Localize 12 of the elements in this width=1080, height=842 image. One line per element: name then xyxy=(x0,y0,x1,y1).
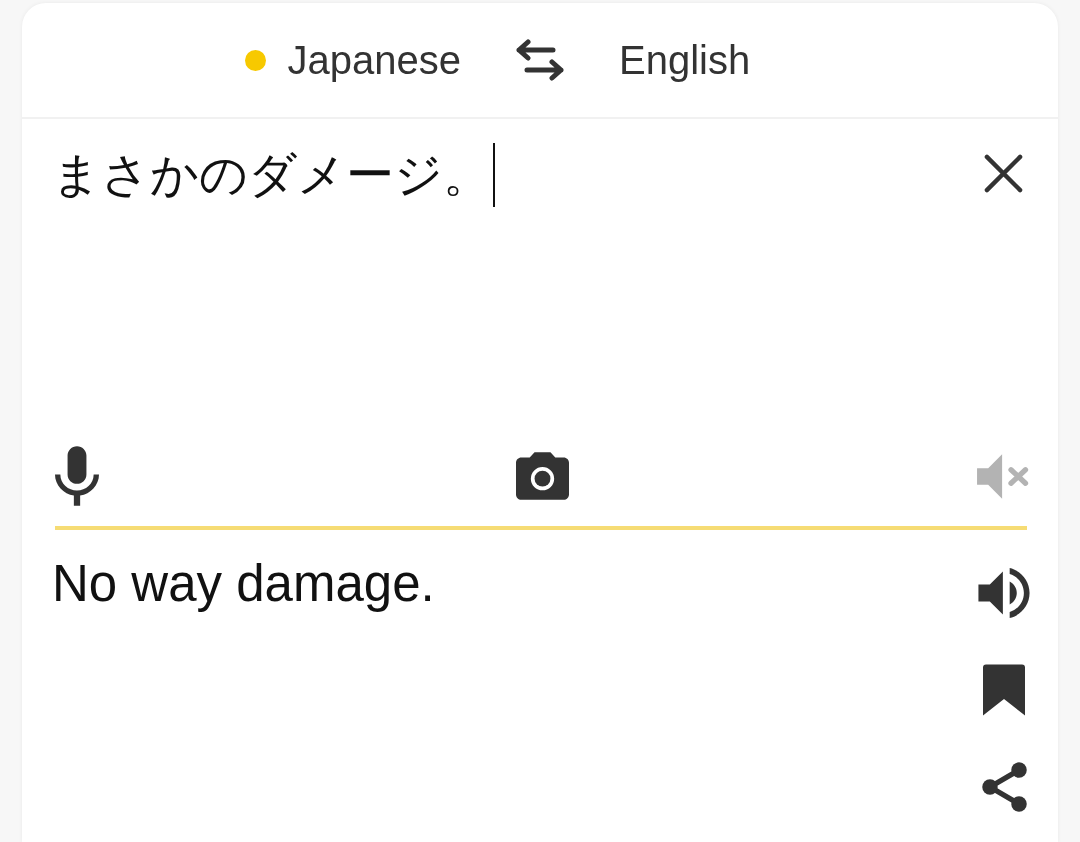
translation-text: No way damage. xyxy=(52,554,436,614)
status-dot-icon xyxy=(244,49,266,71)
microphone-icon[interactable] xyxy=(55,446,99,506)
bookmark-icon[interactable] xyxy=(983,664,1025,716)
language-button[interactable]: Japanese xyxy=(244,36,461,84)
speaker-icon[interactable] xyxy=(978,568,1030,618)
language-button[interactable]: English xyxy=(619,36,751,84)
camera-icon[interactable] xyxy=(516,452,569,500)
close-icon[interactable] xyxy=(983,153,1024,194)
swap-icon[interactable] xyxy=(513,39,567,81)
source-text-field[interactable]: まさかのダメージ。 xyxy=(52,141,983,421)
share-icon[interactable] xyxy=(981,762,1027,812)
